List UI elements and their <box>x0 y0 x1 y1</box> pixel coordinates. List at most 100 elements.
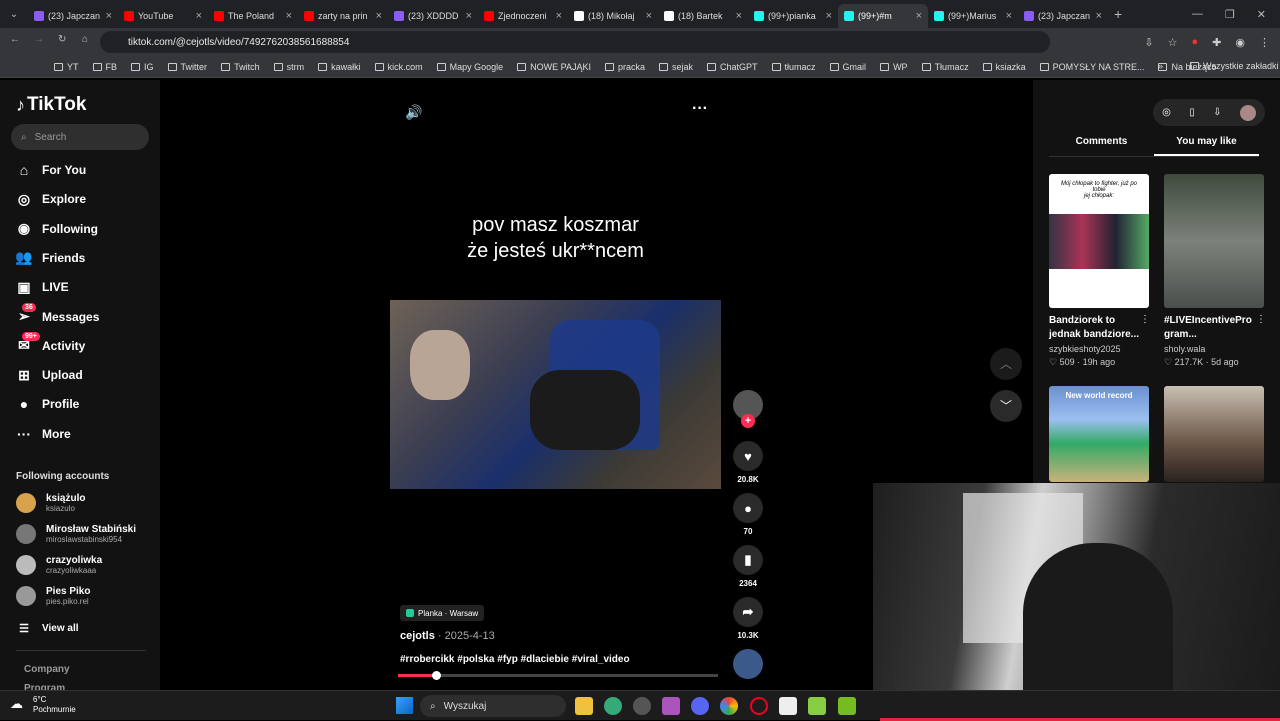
all-bookmarks-button[interactable]: Wszystkie zakładki <box>1190 61 1279 71</box>
save-action[interactable]: ▮ 2364 <box>733 545 763 588</box>
search-input[interactable]: ⌕ Search <box>11 124 149 150</box>
more-options-icon[interactable]: ··· <box>692 100 708 118</box>
tab-close-icon[interactable]: × <box>1096 10 1102 22</box>
following-account[interactable]: Pies Piko pies.piko.rel <box>16 586 90 606</box>
browser-tab[interactable]: The Poland × <box>208 4 298 28</box>
recommended-thumb-2[interactable] <box>1164 174 1264 308</box>
bookmark-item[interactable]: pracka <box>604 62 645 72</box>
bookmark-item[interactable]: kick.com <box>374 62 423 72</box>
install-icon[interactable]: ⇩ <box>1144 36 1153 49</box>
close-window-button[interactable]: ✕ <box>1257 8 1266 21</box>
windows-start-icon[interactable] <box>396 697 413 714</box>
phone-icon[interactable]: ▯ <box>1189 107 1195 118</box>
recommended-thumb-3[interactable]: New world record <box>1049 386 1149 482</box>
tab-close-icon[interactable]: × <box>826 10 832 22</box>
volume-icon[interactable]: 🔊 <box>405 104 422 121</box>
nav-item-friends[interactable]: 👥 Friends <box>15 249 85 266</box>
extension-icon[interactable]: ✚ <box>1212 36 1221 49</box>
heart-icon[interactable]: ♥ <box>733 441 763 471</box>
browser-tab[interactable]: (23) XDDDD × <box>388 4 478 28</box>
browser-tab[interactable]: (23) Japczan × <box>28 4 118 28</box>
settings-icon[interactable] <box>633 697 651 715</box>
like-action[interactable]: ♥ 20.8K <box>733 441 763 484</box>
bookmark-item[interactable]: ksiazka <box>982 62 1026 72</box>
footer-company-link[interactable]: Company <box>24 664 70 675</box>
star-icon[interactable]: ☆ <box>1168 36 1178 49</box>
tab-close-icon[interactable]: × <box>286 10 292 22</box>
card-1-more-icon[interactable]: ⋮ <box>1140 314 1150 325</box>
compass-small-icon[interactable]: ◎ <box>1162 107 1171 118</box>
tab-close-icon[interactable]: × <box>466 10 472 22</box>
recommended-card-1[interactable]: Bandziorek to jednak bandziore... szybki… <box>1049 314 1144 368</box>
bookmark-item[interactable]: Tłumacz <box>921 62 969 72</box>
browser-tab[interactable]: YouTube × <box>118 4 208 28</box>
minimize-button[interactable]: — <box>1192 8 1203 21</box>
discord-icon[interactable] <box>691 697 709 715</box>
video-player[interactable] <box>390 300 721 489</box>
comment-icon[interactable]: ● <box>733 493 763 523</box>
taskbar-search[interactable]: ⌕ Wyszukaj <box>420 695 566 717</box>
weather-widget[interactable]: 6°C Pochmurnie <box>33 695 76 715</box>
browser-tab[interactable]: (18) Mikołaj × <box>568 4 658 28</box>
user-avatar[interactable] <box>1239 104 1256 121</box>
browser-tab[interactable]: (23) Japczan × <box>1018 4 1108 28</box>
recommended-card-2[interactable]: #LIVEIncentivePro gram... sholy.wala ♡ 2… <box>1164 314 1259 368</box>
follow-plus-icon[interactable]: + <box>741 414 755 428</box>
bookmark-item[interactable]: IG <box>131 62 154 72</box>
bookmark-item[interactable]: kawałki <box>318 62 361 72</box>
browser-tab[interactable]: (99+)pianka × <box>748 4 838 28</box>
weather-icon[interactable]: ☁ <box>10 696 23 712</box>
app-icon-3[interactable] <box>838 697 856 715</box>
app-icon-1[interactable] <box>662 697 680 715</box>
download-icon[interactable]: ⇩ <box>1213 107 1221 118</box>
following-account[interactable]: książulo ksiazulo <box>16 493 85 513</box>
restore-button[interactable]: ❐ <box>1225 8 1235 21</box>
bookmarks-overflow-icon[interactable]: » <box>1158 61 1163 71</box>
nav-item-more[interactable]: ··· More <box>16 426 71 442</box>
bookmark-icon[interactable]: ▮ <box>733 545 763 575</box>
following-account[interactable]: Mirosław Stabiński miroslawstabinski954 <box>16 524 136 544</box>
file-explorer-icon[interactable] <box>575 697 593 715</box>
browser-tab[interactable]: (99+)#m × <box>838 4 928 28</box>
home-icon[interactable]: ⌂ <box>82 34 88 45</box>
tab-close-icon[interactable]: × <box>376 10 382 22</box>
browser-tab[interactable]: (18) Bartek × <box>658 4 748 28</box>
share-action[interactable]: ➦ 10.3K <box>733 597 763 640</box>
bookmark-item[interactable]: YT <box>54 62 79 72</box>
following-account[interactable]: crazyoliwka crazyoliwkaaa <box>16 555 102 575</box>
tab-close-icon[interactable]: × <box>736 10 742 22</box>
capcut-icon[interactable] <box>779 697 797 715</box>
tab-close-icon[interactable]: × <box>106 10 112 22</box>
tab-close-icon[interactable]: × <box>556 10 562 22</box>
forward-icon[interactable]: → <box>34 34 44 45</box>
record-icon[interactable]: ● <box>1192 36 1199 49</box>
bookmark-item[interactable]: Gmail <box>829 62 866 72</box>
nav-item-upload[interactable]: ⊞ Upload <box>16 367 83 383</box>
opera-icon[interactable] <box>750 697 768 715</box>
card-2-more-icon[interactable]: ⋮ <box>1256 314 1266 325</box>
browser-tab[interactable]: (99+)Marius × <box>928 4 1018 28</box>
nav-item-profile[interactable]: ● Profile <box>16 396 80 412</box>
nav-item-explore[interactable]: ◎ Explore <box>16 191 86 207</box>
bookmark-item[interactable]: POMYSŁY NA STRE... <box>1039 62 1144 72</box>
bookmark-item[interactable]: WP <box>880 62 908 72</box>
bookmark-item[interactable]: sejak <box>659 62 693 72</box>
nav-item-live[interactable]: ▣ LIVE <box>16 279 68 295</box>
back-icon[interactable]: ← <box>10 34 20 45</box>
recommended-thumb-4[interactable] <box>1164 386 1264 482</box>
nav-item-following[interactable]: ◉ Following <box>16 220 98 237</box>
bookmark-item[interactable]: ChatGPT <box>707 62 758 72</box>
bookmark-item[interactable]: Mapy Google <box>436 62 503 72</box>
location-tag[interactable]: Planka · Warsaw <box>400 605 485 621</box>
chrome-icon[interactable] <box>720 697 738 715</box>
hashtags[interactable]: #rrobercikk #polska #fyp #dlaciebie #vir… <box>400 654 630 665</box>
tab-you-may-like[interactable]: You may like <box>1154 136 1259 156</box>
bookmark-item[interactable]: Twitch <box>221 62 260 72</box>
browser-menu-icon[interactable]: ⋮ <box>1259 36 1270 49</box>
author-name[interactable]: cejotls <box>400 630 435 642</box>
music-disc-icon[interactable] <box>733 649 763 679</box>
bookmark-item[interactable]: Twitter <box>167 62 207 72</box>
nav-item-activity[interactable]: ✉ 99+ Activity <box>16 331 85 354</box>
browser-tab[interactable]: Zjednoczeni × <box>478 4 568 28</box>
next-video-button[interactable]: ﹀ <box>990 390 1022 422</box>
